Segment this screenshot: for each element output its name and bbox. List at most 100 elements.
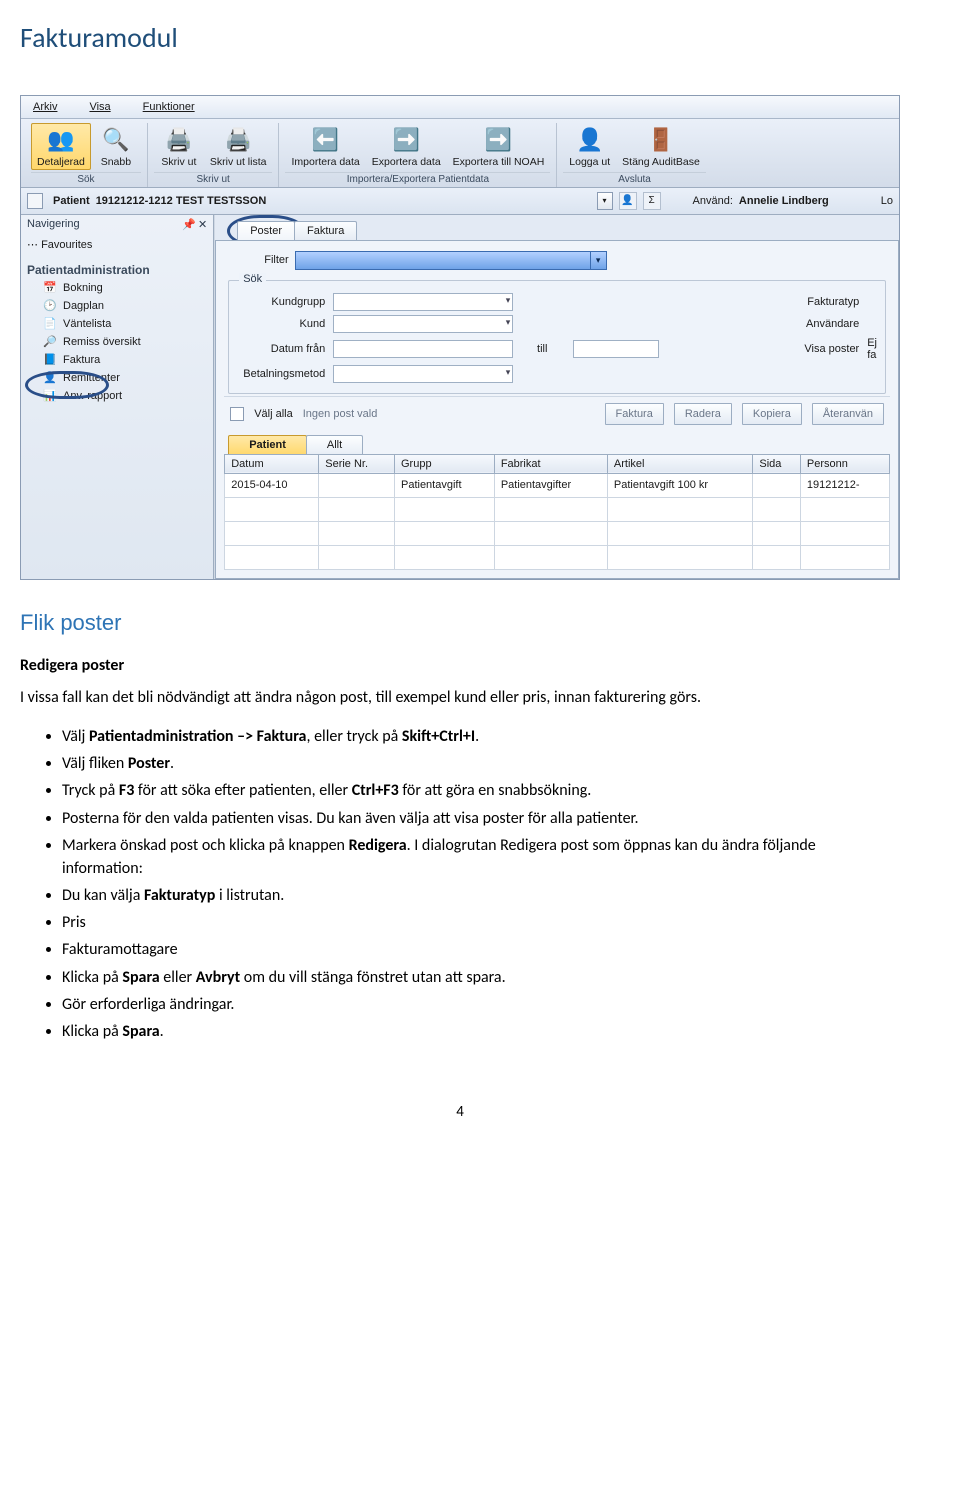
invoice-icon: 📘 [43, 353, 57, 367]
sidebar-item-vantelista[interactable]: 📄Väntelista [41, 315, 209, 333]
table-row-empty [225, 521, 890, 545]
kund-select[interactable] [333, 315, 513, 333]
page-title: Fakturamodul [20, 20, 900, 55]
list-item: Klicka på Spara. [62, 1020, 900, 1043]
list-item: Gör erforderliga ändringar. [62, 993, 900, 1016]
page-number: 4 [20, 1103, 900, 1141]
valj-alla-checkbox[interactable] [230, 407, 244, 421]
list-item: Markera önskad post och klicka på knappe… [62, 834, 900, 880]
navigation-panel: Navigering 📌 ✕ ⋯ Favourites Patientadmin… [21, 215, 214, 579]
col-fabrikat[interactable]: Fabrikat [494, 454, 607, 473]
menu-visa[interactable]: Visa [85, 99, 114, 115]
user-label: Använd: [693, 195, 733, 207]
ribbon: 👥 Detaljerad 🔍 Snabb Sök 🖨️ Skriv ut [21, 119, 899, 188]
menu-funktioner[interactable]: Funktioner [139, 99, 199, 115]
sok-fieldset: Sök Kundgrupp Fakturatyp Kund Användare [228, 280, 886, 394]
table-row-empty [225, 497, 890, 521]
patientadmin-group: Patientadministration [27, 261, 209, 279]
col-serienr[interactable]: Serie Nr. [319, 454, 395, 473]
ribbon-group-sok: Sök [31, 172, 141, 187]
table-row-empty [225, 545, 890, 569]
close-icon[interactable]: ✕ [198, 218, 207, 231]
patient-dropdown[interactable]: ▾ [597, 192, 613, 210]
faktura-button[interactable]: Faktura [605, 403, 664, 425]
ribbon-group-skrivut: Skriv ut [154, 172, 273, 187]
betalning-select[interactable] [333, 365, 513, 383]
noah-export-icon: ➡️ [482, 125, 514, 155]
table-row[interactable]: 2015-04-10 Patientavgift Patientavgifter… [225, 473, 890, 497]
tab-faktura[interactable]: Faktura [294, 221, 357, 240]
list-item: Tryck på F3 för att söka efter patienten… [62, 779, 900, 802]
col-grupp[interactable]: Grupp [394, 454, 494, 473]
radera-button[interactable]: Radera [674, 403, 732, 425]
nav-title: Navigering [27, 218, 80, 230]
subtab-patient[interactable]: Patient [228, 435, 307, 454]
app-screenshot: Arkiv Visa Funktioner 👥 Detaljerad 🔍 Sna… [20, 95, 900, 580]
ribbon-exportera-button[interactable]: ➡️ Exportera data [366, 123, 447, 170]
magnifier-icon: 🔍 [100, 125, 132, 155]
filter-label: Filter [264, 254, 288, 266]
ribbon-importera-button[interactable]: ⬅️ Importera data [285, 123, 365, 170]
patient-bar: Patient 19121212-1212 TEST TESTSSON ▾ 👤 … [21, 188, 899, 215]
sub-heading: Redigera poster [20, 656, 900, 675]
datumtill-input[interactable] [573, 340, 659, 358]
sidebar-item-remiss[interactable]: 🔎Remiss översikt [41, 333, 209, 351]
ribbon-skrivutlista-button[interactable]: 🖨️ Skriv ut lista [204, 123, 273, 170]
selection-status: Ingen post vald [303, 408, 378, 420]
calendar-icon: 📅 [43, 281, 57, 295]
intro-text: I vissa fall kan det bli nödvändigt att … [20, 687, 900, 709]
visaposter-label: Visa poster [781, 343, 861, 355]
list-item: Välj fliken Poster. [62, 752, 900, 775]
datumfran-input[interactable] [333, 340, 513, 358]
subtab-allt[interactable]: Allt [306, 435, 363, 454]
list-item: Pris [62, 911, 900, 934]
valj-alla-label: Välj alla [254, 408, 293, 420]
section-title: Flik poster [20, 610, 900, 636]
sidebar-item-anvrapport[interactable]: 📊Anv. rapport [41, 387, 209, 405]
betalning-label: Betalningsmetod [237, 368, 327, 380]
kund-label: Kund [237, 318, 327, 330]
ribbon-noah-button[interactable]: ➡️ Exportera till NOAH [447, 123, 551, 170]
sidebar-item-dagplan[interactable]: 🕑Dagplan [41, 297, 209, 315]
lo-label: Lo [881, 195, 893, 207]
main-panel: Poster Faktura Filter ▾ Sök [214, 215, 899, 579]
kopiera-button[interactable]: Kopiera [742, 403, 802, 425]
people-search-icon: 👥 [45, 125, 77, 155]
pin-icon[interactable]: 📌 [182, 218, 196, 231]
logout-icon: 👤 [574, 125, 606, 155]
list-item: Välj Patientadministration –> Faktura, e… [62, 725, 900, 748]
ribbon-stang-button[interactable]: 🚪 Stäng AuditBase [616, 123, 706, 170]
export-icon: ➡️ [390, 125, 422, 155]
ateranvand-button[interactable]: Återanvän [812, 403, 884, 425]
menu-bar: Arkiv Visa Funktioner [21, 96, 899, 119]
datumfran-label: Datum från [237, 343, 327, 355]
list-item: Fakturamottagare [62, 938, 900, 961]
list-item: Du kan välja Fakturatyp i listrutan. [62, 884, 900, 907]
ribbon-snabb-button[interactable]: 🔍 Snabb [91, 123, 141, 170]
patient-open-icon[interactable]: 👤 [619, 192, 637, 210]
sidebar-item-faktura[interactable]: 📘Faktura [41, 351, 209, 369]
ribbon-skrivut-button[interactable]: 🖨️ Skriv ut [154, 123, 204, 170]
kundgrupp-select[interactable] [333, 293, 513, 311]
patient-value: 19121212-1212 TEST TESTSSON [96, 195, 267, 207]
patient-sum-icon[interactable]: Σ [643, 192, 661, 210]
col-artikel[interactable]: Artikel [607, 454, 752, 473]
list-item: Posterna för den valda patienten visas. … [62, 807, 900, 830]
sidebar-item-remittenter[interactable]: 👤Remittenter [41, 369, 209, 387]
posts-grid: Datum Serie Nr. Grupp Fabrikat Artikel S… [224, 454, 890, 570]
ribbon-loggaut-button[interactable]: 👤 Logga ut [563, 123, 616, 170]
report-icon: 📊 [43, 389, 57, 403]
anvandare-label: Användare [781, 318, 861, 330]
filter-combo[interactable]: ▾ [295, 251, 607, 270]
sidebar-item-bokning[interactable]: 📅Bokning [41, 279, 209, 297]
col-personn[interactable]: Personn [800, 454, 889, 473]
menu-arkiv[interactable]: Arkiv [29, 99, 61, 115]
favourites-node[interactable]: ⋯ Favourites [27, 236, 209, 253]
col-datum[interactable]: Datum [225, 454, 319, 473]
print-list-icon: 🖨️ [222, 125, 254, 155]
till-label: till [519, 343, 567, 355]
col-sida[interactable]: Sida [753, 454, 801, 473]
ribbon-group-impexp: Importera/Exportera Patientdata [285, 172, 550, 187]
tab-poster[interactable]: Poster [237, 221, 295, 240]
ribbon-detaljerad-button[interactable]: 👥 Detaljerad [31, 123, 91, 170]
